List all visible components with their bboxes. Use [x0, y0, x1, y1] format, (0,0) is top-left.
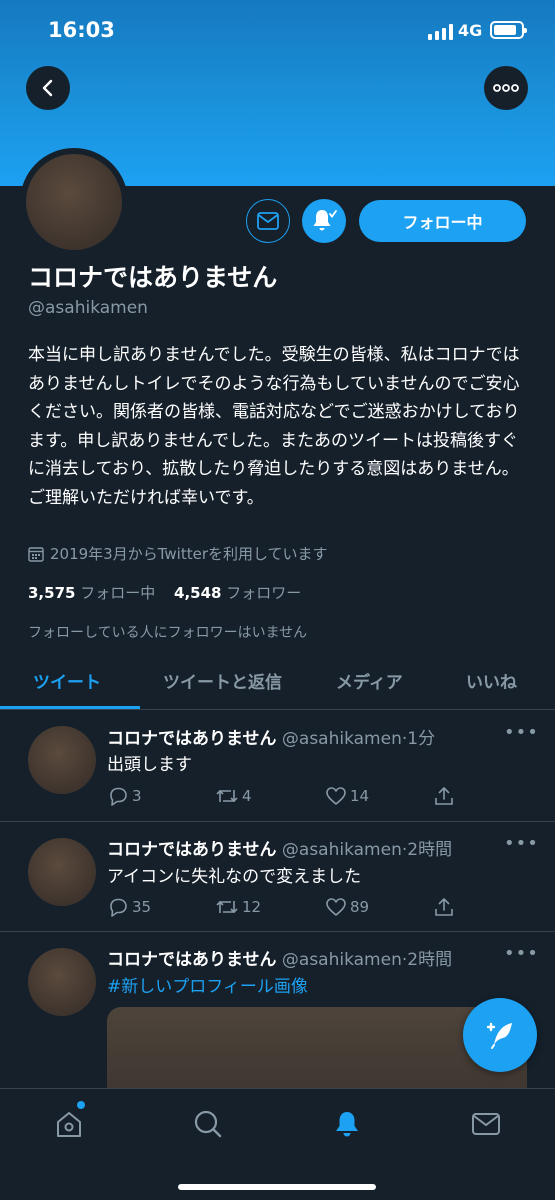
tweet-more-button[interactable]: ••• — [504, 722, 539, 743]
reply-button[interactable]: 35 — [107, 896, 151, 918]
tweet-time: 2時間 — [407, 840, 453, 860]
tab-likes[interactable]: いいね — [466, 668, 517, 693]
tweet-time: 1分 — [407, 729, 436, 749]
tweet-hashtag-link[interactable]: #新しいプロフィール画像 — [107, 972, 308, 997]
nav-home[interactable] — [52, 1107, 86, 1141]
retweet-button[interactable]: 4 — [215, 785, 252, 807]
tweet-author-handle: @asahikamen — [281, 840, 402, 860]
tab-tweets[interactable]: ツイート — [33, 668, 101, 693]
heart-icon — [326, 898, 346, 916]
tweet-more-button[interactable]: ••• — [504, 833, 539, 854]
follow-counts: 3,575 フォロー中 4,548 フォロワー — [28, 582, 301, 603]
profile-tabs: ツイート ツイートと返信 メディア いいね — [0, 656, 555, 710]
tweet-avatar[interactable] — [28, 948, 96, 1016]
reply-icon — [110, 787, 127, 806]
joined-date: 2019年3月からTwitterを利用しています — [28, 543, 328, 564]
search-icon — [194, 1110, 222, 1138]
more-options-button[interactable] — [484, 66, 528, 110]
status-bar: 16:03 4G — [0, 0, 555, 60]
tweet-author-handle: @asahikamen — [281, 950, 402, 970]
tweet-avatar[interactable] — [28, 838, 96, 906]
tab-media[interactable]: メディア — [336, 668, 403, 693]
ellipsis-icon — [493, 84, 519, 92]
reply-button[interactable]: 3 — [107, 785, 142, 807]
profile-handle: @asahikamen — [28, 298, 148, 318]
compose-tweet-button[interactable] — [463, 998, 537, 1072]
home-indicator — [178, 1184, 376, 1190]
chevron-left-icon — [42, 79, 53, 97]
profile-bio: 本当に申し訳ありませんでした。受験生の皆様、私はコロナではありませんしトイレでそ… — [28, 345, 520, 508]
tweet-header: コロナではありません @asahikamen·1分 — [107, 729, 436, 749]
share-icon — [435, 787, 453, 805]
tweet-text: アイコンに失礼なので変えました — [107, 867, 362, 887]
following-link[interactable]: 3,575 フォロー中 — [28, 584, 155, 602]
like-button[interactable]: 89 — [325, 896, 369, 918]
tweet-author-name: コロナではありません — [107, 840, 277, 860]
calendar-icon — [28, 546, 44, 562]
reply-icon — [110, 898, 127, 917]
status-time: 16:03 — [48, 18, 115, 42]
share-button[interactable] — [433, 896, 455, 918]
share-icon — [435, 898, 453, 916]
share-button[interactable] — [433, 785, 455, 807]
message-button[interactable] — [246, 199, 290, 243]
tweet-header: コロナではありません @asahikamen·2時間 — [107, 950, 453, 970]
bottom-navigation — [0, 1088, 555, 1200]
mail-icon — [257, 212, 279, 230]
tweet-time: 2時間 — [407, 950, 453, 970]
notifications-toggle-button[interactable] — [302, 199, 346, 243]
tweet-author-name: コロナではありません — [107, 729, 277, 749]
tweet-author-handle: @asahikamen — [281, 729, 402, 749]
home-icon — [57, 1112, 81, 1137]
bell-icon — [313, 210, 337, 231]
compose-icon — [486, 1022, 512, 1049]
nav-notifications[interactable] — [330, 1107, 364, 1141]
back-button[interactable] — [26, 66, 70, 110]
tweet-actions: 35 12 89 — [107, 896, 457, 920]
retweet-icon — [216, 789, 238, 803]
like-button[interactable]: 14 — [325, 785, 369, 807]
profile-avatar[interactable] — [20, 148, 128, 256]
following-button[interactable]: フォロー中 — [359, 200, 526, 242]
retweet-icon — [216, 900, 238, 914]
retweet-button[interactable]: 12 — [215, 896, 261, 918]
signal-icon — [428, 24, 454, 40]
tweet[interactable]: コロナではありません @asahikamen·1分 ••• 出頭します 3 4 … — [0, 710, 555, 822]
tweet-text: 出頭します — [107, 755, 192, 775]
bell-icon — [336, 1112, 358, 1137]
mail-icon — [472, 1113, 500, 1135]
profile-name: コロナではありません — [28, 263, 278, 292]
active-tab-indicator — [0, 706, 140, 709]
followers-link[interactable]: 4,548 フォロワー — [174, 584, 301, 602]
tweet-avatar[interactable] — [28, 726, 96, 794]
battery-icon — [490, 21, 527, 39]
tweet[interactable]: コロナではありません @asahikamen·2時間 ••• アイコンに失礼なの… — [0, 822, 555, 932]
joined-text: 2019年3月からTwitterを利用しています — [50, 545, 328, 563]
tweet-author-name: コロナではありません — [107, 950, 277, 970]
nav-messages[interactable] — [469, 1107, 503, 1141]
tweet-actions: 3 4 14 — [107, 785, 457, 809]
nav-search[interactable] — [191, 1107, 225, 1141]
tweet-header: コロナではありません @asahikamen·2時間 — [107, 840, 453, 860]
network-type: 4G — [458, 21, 483, 40]
home-unread-dot — [77, 1101, 85, 1109]
tab-tweets-and-replies[interactable]: ツイートと返信 — [163, 668, 282, 693]
tweet-more-button[interactable]: ••• — [504, 943, 539, 964]
heart-icon — [326, 787, 346, 805]
followers-you-know-note: フォローしている人にフォロワーはいません — [28, 625, 308, 641]
